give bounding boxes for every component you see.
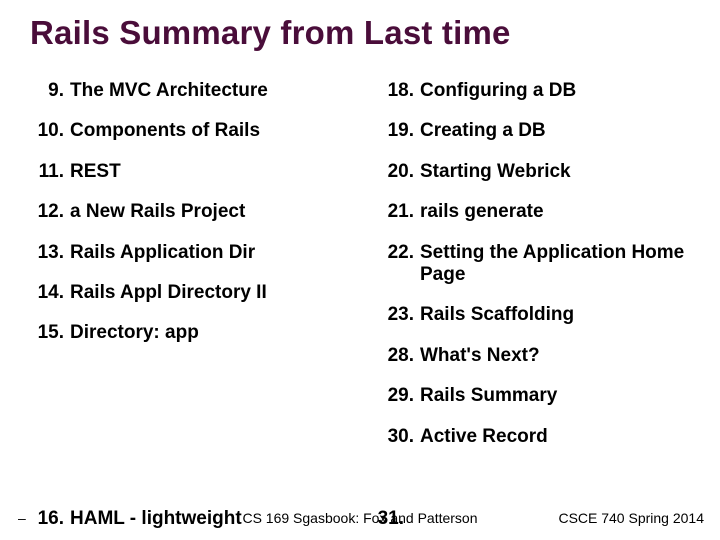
item-text: Directory: app [70,322,342,344]
list-item: 30. Active Record [382,426,692,448]
item-text: Active Record [420,426,692,448]
list-item: 21. rails generate [382,201,692,223]
item-number: 28. [382,345,420,367]
list-item: 9. The MVC Architecture [32,80,342,102]
list-item: 29. Rails Summary [382,385,692,407]
right-column: 18. Configuring a DB 19. Creating a DB 2… [382,80,692,466]
item-number: 20. [382,161,420,183]
item-number: 18. [382,80,420,102]
item-text: Setting the Application Home Page [420,242,692,287]
item-number: 12. [32,201,70,223]
item-text: rails generate [420,201,692,223]
list-item: 22. Setting the Application Home Page [382,242,692,287]
item-number: 11. [32,161,70,183]
item-text: Rails Application Dir [70,242,342,264]
list-item: 14. Rails Appl Directory II [32,282,342,304]
item-text: Starting Webrick [420,161,692,183]
item-number: 15. [32,322,70,344]
item-text: Components of Rails [70,120,342,142]
list-item: 23. Rails Scaffolding [382,304,692,326]
item-number: 23. [382,304,420,326]
item-number: 21. [382,201,420,223]
item-text: Rails Appl Directory II [70,282,342,304]
list-item: 28. What's Next? [382,345,692,367]
item-text: Rails Summary [420,385,692,407]
content-columns: 9. The MVC Architecture 10. Components o… [32,80,692,466]
item-text: What's Next? [420,345,692,367]
list-item: 13. Rails Application Dir [32,242,342,264]
left-column: 9. The MVC Architecture 10. Components o… [32,80,342,466]
slide-title: Rails Summary from Last time [30,14,511,52]
list-item: 15. Directory: app [32,322,342,344]
item-text: The MVC Architecture [70,80,342,102]
item-number: 30. [382,426,420,448]
item-number: 14. [32,282,70,304]
list-item: 11. REST [32,161,342,183]
item-number: 19. [382,120,420,142]
item-number: 29. [382,385,420,407]
item-number: 22. [382,242,420,287]
item-number: 13. [32,242,70,264]
item-text: Rails Scaffolding [420,304,692,326]
slide: Rails Summary from Last time 9. The MVC … [0,0,720,540]
item-number: 10. [32,120,70,142]
list-item: 20. Starting Webrick [382,161,692,183]
item-number: 9. [32,80,70,102]
footer-right: CSCE 740 Spring 2014 [558,510,704,526]
list-item: 19. Creating a DB [382,120,692,142]
list-item: 12. a New Rails Project [32,201,342,223]
list-item: 18. Configuring a DB [382,80,692,102]
list-item: 10. Components of Rails [32,120,342,142]
item-text: Creating a DB [420,120,692,142]
item-text: REST [70,161,342,183]
item-text: Configuring a DB [420,80,692,102]
item-text: a New Rails Project [70,201,342,223]
